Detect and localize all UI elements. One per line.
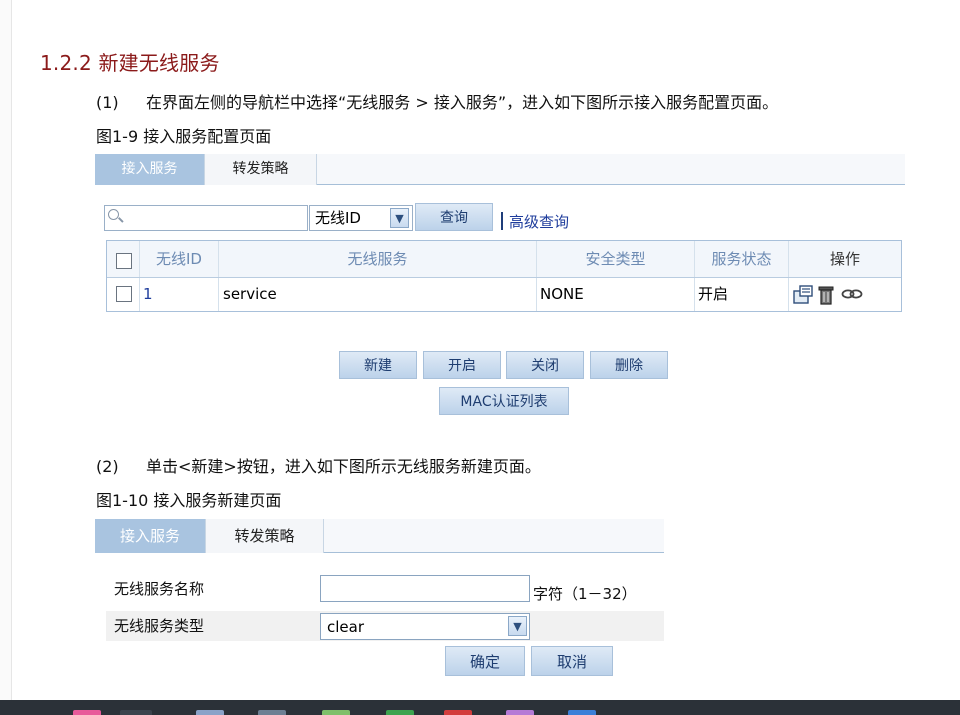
delete-icon[interactable] bbox=[818, 285, 834, 305]
taskbar-app-icon[interactable] bbox=[258, 710, 286, 715]
step-1: (1) 在界面左侧的导航栏中选择“无线服务 > 接入服务”，进入如下图所示接入服务… bbox=[96, 89, 778, 113]
select-all-checkbox[interactable] bbox=[116, 253, 132, 269]
tab-forward-policy-2[interactable]: 转发策略 bbox=[206, 519, 324, 553]
section-heading: 1.2.2 新建无线服务 bbox=[40, 51, 220, 75]
row-service-status: 开启 bbox=[695, 278, 789, 311]
chevron-down-icon: ▼ bbox=[508, 616, 527, 636]
header-select-all-cell bbox=[107, 241, 140, 277]
service-name-hint: 字符（1－32） bbox=[533, 585, 637, 603]
taskbar-app-icon[interactable] bbox=[73, 710, 101, 715]
service-table: 无线ID 无线服务 安全类型 服务状态 操作 1 service NONE 开启 bbox=[106, 240, 902, 312]
search-input[interactable] bbox=[104, 205, 308, 231]
delete-button[interactable]: 删除 bbox=[590, 351, 668, 379]
taskbar-app-icon[interactable] bbox=[196, 710, 224, 715]
service-type-select[interactable]: clear ▼ bbox=[320, 613, 530, 640]
row-checkbox-cell bbox=[107, 278, 140, 311]
divider bbox=[501, 212, 503, 230]
header-security-type[interactable]: 安全类型 bbox=[537, 241, 695, 277]
service-name-input[interactable] bbox=[320, 575, 530, 602]
taskbar-app-icon[interactable] bbox=[506, 710, 534, 715]
ok-button[interactable]: 确定 bbox=[445, 646, 525, 676]
figure-caption-1: 图1-9 接入服务配置页面 bbox=[96, 127, 272, 146]
step-2: (2) 单击<新建>按钮，进入如下图所示无线服务新建页面。 bbox=[96, 453, 541, 477]
step-1-number: (1) bbox=[96, 93, 119, 112]
enable-button[interactable]: 开启 bbox=[423, 351, 501, 379]
figure-caption-2: 图1-10 接入服务新建页面 bbox=[96, 491, 282, 510]
step-1-text: 在界面左侧的导航栏中选择“无线服务 > 接入服务”，进入如下图所示接入服务配置页… bbox=[146, 93, 779, 112]
header-wireless-service[interactable]: 无线服务 bbox=[219, 241, 537, 277]
taskbar-app-icon[interactable] bbox=[568, 710, 596, 715]
row-operations bbox=[789, 278, 901, 311]
header-wireless-id[interactable]: 无线ID bbox=[140, 241, 219, 277]
cancel-button[interactable]: 取消 bbox=[531, 646, 613, 676]
row-security-type: NONE bbox=[537, 278, 695, 311]
link-icon[interactable] bbox=[841, 287, 863, 301]
service-type-label: 无线服务类型 bbox=[114, 617, 205, 635]
search-field-value: 无线ID bbox=[315, 209, 361, 227]
service-type-value: clear bbox=[327, 618, 365, 636]
row-wireless-id[interactable]: 1 bbox=[140, 278, 219, 311]
disable-button[interactable]: 关闭 bbox=[506, 351, 584, 379]
tab-access-service[interactable]: 接入服务 bbox=[95, 154, 205, 185]
new-button[interactable]: 新建 bbox=[339, 351, 417, 379]
search-field-select[interactable]: 无线ID ▼ bbox=[309, 205, 413, 231]
page-margin bbox=[0, 0, 12, 700]
taskbar-app-icon[interactable] bbox=[444, 710, 472, 715]
advanced-query-link[interactable]: 高级查询 bbox=[509, 211, 569, 232]
taskbar-app-icon[interactable] bbox=[386, 710, 414, 715]
row-service-name: service bbox=[219, 278, 537, 311]
table-header: 无线ID 无线服务 安全类型 服务状态 操作 bbox=[107, 241, 901, 278]
tab-access-service-2[interactable]: 接入服务 bbox=[95, 519, 206, 553]
chevron-down-icon: ▼ bbox=[390, 208, 409, 228]
detail-icon[interactable] bbox=[792, 285, 814, 305]
header-service-status[interactable]: 服务状态 bbox=[695, 241, 789, 277]
step-2-text: 单击<新建>按钮，进入如下图所示无线服务新建页面。 bbox=[146, 457, 541, 476]
query-button[interactable]: 查询 bbox=[415, 203, 493, 231]
tab-bar-2: 接入服务 转发策略 bbox=[95, 519, 664, 553]
service-name-label: 无线服务名称 bbox=[114, 580, 205, 598]
search-icon bbox=[108, 209, 119, 220]
table-row: 1 service NONE 开启 bbox=[107, 278, 901, 311]
mac-auth-list-button[interactable]: MAC认证列表 bbox=[439, 387, 569, 415]
header-operations: 操作 bbox=[829, 250, 860, 268]
taskbar bbox=[0, 700, 960, 715]
tab-bar: 接入服务 转发策略 bbox=[95, 154, 905, 185]
taskbar-app-icon[interactable] bbox=[322, 710, 350, 715]
tab-forward-policy[interactable]: 转发策略 bbox=[205, 154, 317, 185]
step-2-number: (2) bbox=[96, 457, 119, 476]
taskbar-app-icon[interactable] bbox=[120, 710, 152, 715]
row-checkbox[interactable] bbox=[116, 286, 132, 302]
